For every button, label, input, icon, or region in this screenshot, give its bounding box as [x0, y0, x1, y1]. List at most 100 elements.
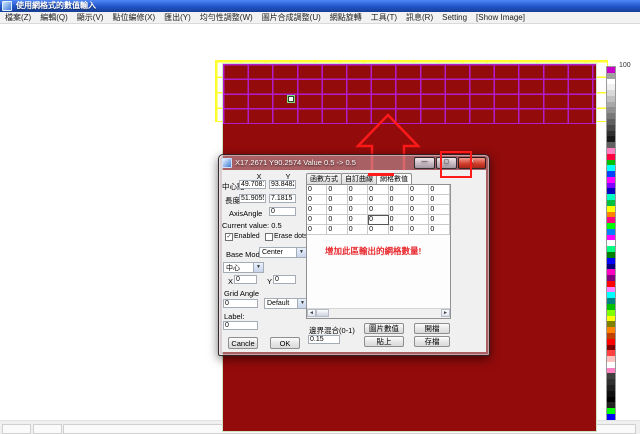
grid-cell[interactable]: 0 — [368, 185, 388, 195]
enabled-checkbox[interactable]: ✓ — [225, 233, 233, 241]
label-label: Label: — [224, 312, 244, 321]
menu-item[interactable]: 工具(T) — [371, 12, 397, 23]
grid-cell[interactable]: 0 — [368, 225, 388, 235]
dialog-title: X17.2671 Y90.2574 Value 0.5 -> 0.5 — [235, 158, 413, 167]
grid-cell[interactable]: 0 — [389, 205, 409, 215]
grid-cell[interactable]: 0 — [327, 225, 347, 235]
grid-cell[interactable]: 0 — [307, 185, 327, 195]
length-x-input[interactable] — [239, 194, 266, 203]
save-button[interactable]: 存檔 — [414, 336, 450, 347]
grid-cell[interactable]: 0 — [368, 195, 388, 205]
grid-cell[interactable]: 0 — [368, 215, 388, 225]
grid-value-dialog: X17.2671 Y90.2574 Value 0.5 -> 0.5 — ▢ ✕… — [218, 154, 490, 356]
menu-item[interactable]: 顯示(V) — [77, 12, 104, 23]
cancel-button[interactable]: Cancle — [228, 337, 258, 349]
menu-item[interactable]: 訊息(R) — [406, 12, 433, 23]
grid-cell[interactable]: 0 — [429, 205, 449, 215]
menu-item[interactable]: 網點旋轉 — [330, 12, 362, 23]
menu-item[interactable]: Setting — [442, 13, 467, 22]
value-grid: 00000000000000000000000000000000000 — [307, 185, 450, 235]
grid-cell[interactable]: 0 — [307, 205, 327, 215]
menu-item[interactable]: [Show Image] — [476, 13, 525, 22]
scroll-right-icon[interactable]: ► — [441, 309, 450, 317]
grid-angle-unit-select[interactable]: Default ▼ — [264, 298, 308, 309]
grid-cell[interactable]: 0 — [389, 215, 409, 225]
image-values-button[interactable]: 圖片數值 — [364, 323, 404, 334]
grid-cell[interactable]: 0 — [327, 195, 347, 205]
anchor-value: 中心 — [226, 263, 240, 273]
scrollbar-thumb[interactable] — [316, 309, 329, 317]
length-y-input[interactable] — [269, 194, 296, 203]
menu-item[interactable]: 圖片合成調整(U) — [262, 12, 321, 23]
status-cell — [33, 424, 62, 434]
menu-item[interactable]: 點位編修(X) — [112, 12, 155, 23]
grid-cell[interactable]: 0 — [348, 215, 368, 225]
grid-cell[interactable]: 0 — [307, 195, 327, 205]
grid-cell[interactable]: 0 — [429, 195, 449, 205]
grid-cell[interactable]: 0 — [409, 195, 429, 205]
grid-cell[interactable]: 0 — [327, 215, 347, 225]
grid-angle-label: Grid Angle — [224, 289, 259, 298]
menu-item[interactable]: 均勻性調整(W) — [200, 12, 253, 23]
grid-values-tabpage: 00000000000000000000000000000000000 增加此區… — [306, 184, 451, 319]
blend-input[interactable] — [308, 335, 340, 344]
dialog-body: X Y 中心點 長度 AxisAngle Current value: 0.5 … — [222, 170, 486, 352]
red-tab-underline-annotation — [368, 173, 394, 176]
x-offset-input[interactable] — [234, 275, 257, 284]
base-mode-select[interactable]: Center ▼ — [259, 247, 307, 258]
length-label: 長度 — [225, 195, 240, 206]
grid-cell[interactable]: 0 — [409, 215, 429, 225]
grid-cell[interactable]: 0 — [429, 225, 449, 235]
grid-cell[interactable]: 0 — [429, 215, 449, 225]
grid-cell[interactable]: 0 — [327, 205, 347, 215]
minimize-button[interactable]: — — [414, 157, 435, 169]
menu-item[interactable]: 檔案(Z) — [5, 12, 31, 23]
ok-button[interactable]: OK — [270, 337, 300, 349]
menu-bar: 檔案(Z) 編輯(Q) 顯示(V) 點位編修(X) 匯出(Y) 均勻性調整(W) 圖片合成調… — [0, 12, 640, 24]
grid-cell[interactable]: 0 — [389, 185, 409, 195]
tab-1[interactable]: 函數方式 — [306, 173, 342, 184]
menu-item[interactable]: 匯出(Y) — [164, 12, 191, 23]
horizontal-scrollbar[interactable]: ◄ ► — [307, 308, 450, 318]
dialog-icon — [222, 158, 232, 168]
erase-dots-label: Erase dots — [274, 233, 307, 240]
center-x-input[interactable] — [239, 180, 266, 189]
chevron-down-icon: ▼ — [296, 248, 306, 257]
paste-button[interactable]: 貼上 — [364, 336, 404, 347]
grid-cell[interactable]: 0 — [307, 225, 327, 235]
window-title: 使用網格式的數值輸入 — [16, 0, 96, 12]
open-file-button[interactable]: 開檔 — [414, 323, 450, 334]
enabled-label: Enabled — [234, 233, 260, 240]
grid-angle-unit-value: Default — [267, 300, 289, 307]
client-area: 100 0 X17.2671 Y90.2574 Value 0.5 -> 0.5… — [0, 24, 640, 420]
grid-cell[interactable]: 0 — [348, 195, 368, 205]
grid-cell[interactable]: 0 — [409, 225, 429, 235]
app-icon — [2, 1, 12, 11]
grid-cell[interactable]: 0 — [307, 215, 327, 225]
grid-cell[interactable]: 0 — [327, 185, 347, 195]
menu-item[interactable]: 編輯(Q) — [40, 12, 68, 23]
colorbar-strip — [606, 66, 616, 432]
anchor-select[interactable]: 中心 ▼ — [223, 262, 264, 273]
grid-cell[interactable]: 0 — [409, 205, 429, 215]
chevron-down-icon: ▼ — [253, 263, 263, 272]
center-y-input[interactable] — [269, 180, 296, 189]
grid-cell[interactable]: 0 — [348, 205, 368, 215]
grid-cell[interactable]: 0 — [389, 225, 409, 235]
label-input[interactable] — [223, 321, 258, 330]
red-note-annotation: 增加此區輸出的網格數量! — [325, 245, 421, 257]
grid-angle-input[interactable] — [223, 299, 258, 308]
axis-angle-input[interactable] — [269, 207, 296, 216]
colorbar-max-label: 100 — [619, 62, 631, 69]
grid-cell[interactable]: 0 — [409, 185, 429, 195]
grid-cell[interactable]: 0 — [368, 205, 388, 215]
erase-dots-checkbox[interactable] — [265, 233, 273, 241]
selected-grid-point[interactable] — [287, 95, 295, 103]
red-highlight-box-annotation — [440, 151, 472, 178]
scroll-left-icon[interactable]: ◄ — [307, 309, 316, 317]
y-offset-input[interactable] — [273, 275, 296, 284]
grid-cell[interactable]: 0 — [348, 185, 368, 195]
grid-cell[interactable]: 0 — [348, 225, 368, 235]
grid-cell[interactable]: 0 — [389, 195, 409, 205]
grid-cell[interactable]: 0 — [429, 185, 449, 195]
